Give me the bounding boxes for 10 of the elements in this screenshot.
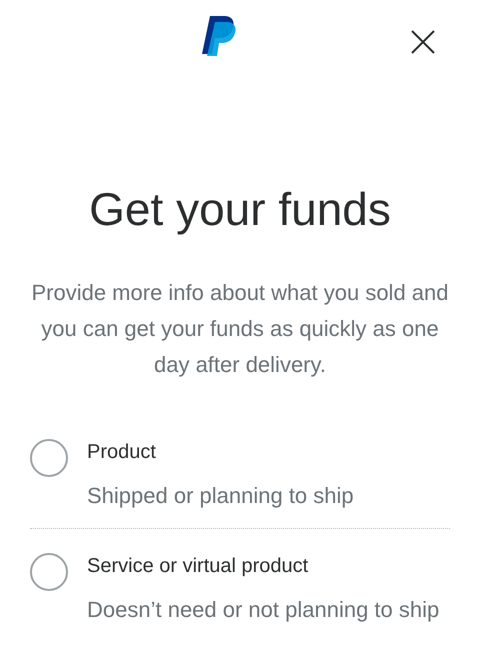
option-description: Shipped or planning to ship	[87, 482, 354, 510]
description-text: Provide more info about what you sold and you can get your funds as quickly as one day after delivery.	[30, 279, 450, 379]
option-description: Doesn’t need or not planning to ship	[87, 596, 440, 624]
page-title: Get your funds	[88, 183, 392, 235]
close-icon[interactable]	[410, 29, 436, 55]
logo	[202, 16, 236, 56]
radio-button[interactable]	[30, 553, 68, 591]
radio-button[interactable]	[30, 439, 68, 477]
option-label[interactable]: Product	[87, 439, 354, 465]
option-label[interactable]: Service or virtual product	[87, 553, 440, 579]
